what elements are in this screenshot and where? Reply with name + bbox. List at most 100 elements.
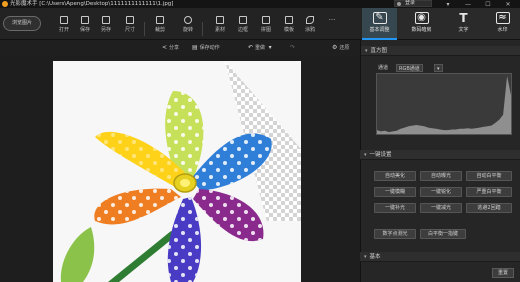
one-click-sharpen-button[interactable]: 一键锐化: [420, 187, 462, 197]
collapse-triangle-icon: ▾: [364, 254, 367, 260]
brush-icon: [306, 16, 314, 24]
chevron-down-icon[interactable]: ▾: [434, 64, 443, 72]
brush-button[interactable]: 涂鸦: [300, 16, 320, 38]
histogram-svg: [377, 76, 511, 134]
panel-tabs: ✎ 基本调整 ◉ 数码暗房 T 文字 ≈ 水印: [362, 8, 520, 40]
tab-text[interactable]: T 文字: [446, 8, 481, 40]
rotate-label: 旋转: [182, 27, 193, 33]
undo-icon: ↷: [290, 44, 296, 51]
open-label: 打开: [58, 27, 69, 33]
tab-basic-adjust-label: 基本调整: [369, 27, 390, 33]
edit-icon: ✎: [372, 12, 387, 24]
border-button[interactable]: 边框: [233, 16, 253, 38]
tab-watermark[interactable]: ≈ 水印: [485, 8, 520, 40]
basic-title: 基本: [369, 254, 381, 260]
minimize-button[interactable]: —: [460, 0, 476, 8]
tab-digital-darkroom[interactable]: ◉ 数码暗房: [404, 8, 439, 40]
redo-icon: ↶: [248, 44, 254, 51]
window-title: 光影魔术手 [C:\Users\Apeng\Desktop\1111111111…: [10, 1, 174, 7]
strict-white-balance-button[interactable]: 严重白平衡: [466, 187, 512, 197]
auto-beautify-button[interactable]: 自动美化: [374, 171, 416, 181]
share-button[interactable]: < 分享: [162, 43, 179, 53]
reduce-light-button[interactable]: 一键减光: [420, 203, 462, 213]
template-button[interactable]: 模板: [279, 16, 299, 38]
camera-icon: ◉: [414, 12, 429, 24]
histogram-title: 直方图: [370, 48, 388, 54]
app-logo-icon: [2, 1, 8, 7]
redo-button[interactable]: ↶ 重做 ▾: [248, 43, 274, 53]
histogram-section-header[interactable]: ▾ 直方图: [361, 46, 520, 56]
auto-exposure-button[interactable]: 自动曝光: [420, 171, 462, 181]
collage-icon: [262, 16, 270, 24]
collapse-triangle-icon: ▾: [364, 152, 367, 158]
redo-label: 重做: [255, 45, 266, 51]
save-as-label: 另存: [100, 27, 111, 33]
login-button[interactable]: 登录: [394, 0, 432, 7]
border-label: 边框: [237, 27, 248, 33]
more-icon: ···: [328, 16, 336, 24]
template-icon: [285, 16, 293, 24]
rotate-button[interactable]: 旋转: [178, 16, 198, 38]
save-icon: [81, 16, 89, 24]
title-bar: 光影魔术手 [C:\Users\Apeng\Desktop\1111111111…: [0, 0, 520, 8]
collapse-triangle-icon: ▾: [365, 48, 368, 54]
one-touch-white-balance-button[interactable]: 白平衡一指键: [420, 229, 466, 239]
avoid-button[interactable]: 逃避2回踏: [466, 203, 512, 213]
save-action-label: 保存动作: [199, 45, 220, 51]
main-toolbar: 浏览图片 打开 保存 另存 尺寸 裁剪 旋转 素材 边框 拼图 模板 涂鸦 ··…: [0, 8, 362, 40]
fill-light-button[interactable]: 一键补光: [374, 203, 416, 213]
restore-icon: ⚙: [332, 44, 338, 51]
restore-button[interactable]: ⚙ 还原: [332, 43, 349, 53]
material-icon: [216, 16, 224, 24]
user-icon: [397, 2, 401, 6]
one-click-blur-button[interactable]: 一键模糊: [374, 187, 416, 197]
basic-section-header[interactable]: ▾ 基本: [360, 252, 520, 262]
text-icon: T: [459, 11, 468, 25]
collage-button[interactable]: 拼图: [256, 16, 276, 38]
tab-watermark-label: 水印: [497, 27, 508, 33]
maximize-button[interactable]: ☐: [480, 0, 496, 8]
photo[interactable]: [53, 61, 301, 282]
save-as-button[interactable]: 另存: [96, 16, 116, 38]
save-button[interactable]: 保存: [75, 16, 95, 38]
restore-label: 还原: [339, 45, 350, 51]
crop-button[interactable]: 裁剪: [150, 16, 170, 38]
border-icon: [239, 16, 247, 24]
histogram-area: [377, 76, 511, 134]
histogram-chart: [376, 73, 512, 135]
open-button[interactable]: 打开: [54, 16, 74, 38]
save-action-button[interactable]: ▤ 保存动作: [192, 43, 220, 53]
watermark-icon: ≈: [495, 12, 510, 24]
resize-label: 尺寸: [124, 27, 135, 33]
quick-settings-header[interactable]: ▾ 一键设置: [360, 150, 520, 160]
brush-label: 涂鸦: [304, 27, 315, 33]
material-button[interactable]: 素材: [210, 16, 230, 38]
undo-button[interactable]: ↷: [290, 43, 297, 53]
share-label: 分享: [169, 45, 180, 51]
film-icon: ▤: [192, 44, 198, 51]
save-label: 保存: [79, 27, 90, 33]
action-bar: < 分享 ▤ 保存动作 ↶ 重做 ▾ ↷ ⚙ 还原: [0, 40, 360, 56]
tab-basic-adjust[interactable]: ✎ 基本调整: [362, 8, 397, 40]
quick-settings-title: 一键设置: [369, 152, 392, 158]
menu-dropdown-button[interactable]: ▾: [440, 0, 456, 8]
material-label: 素材: [214, 27, 225, 33]
pinwheel-image: [60, 91, 272, 282]
close-button[interactable]: ✕: [500, 0, 516, 8]
open-icon: [60, 16, 68, 24]
toolbar-divider: [144, 22, 145, 36]
reset-button[interactable]: 重置: [492, 268, 514, 278]
channel-dropdown[interactable]: RGB通道: [396, 64, 423, 72]
auto-white-balance-button[interactable]: 自动白平衡: [466, 171, 512, 181]
tab-text-label: 文字: [458, 27, 469, 33]
more-tools-button[interactable]: ···: [322, 16, 342, 38]
login-label: 登录: [405, 0, 416, 6]
browse-images-button[interactable]: 浏览图片: [3, 16, 41, 31]
channel-label: 通道: [378, 65, 389, 71]
rotate-icon: [184, 16, 192, 24]
template-label: 模板: [283, 27, 294, 33]
resize-button[interactable]: 尺寸: [120, 16, 140, 38]
spot-metering-button[interactable]: 数字点测光: [374, 229, 416, 239]
collage-label: 拼图: [260, 27, 271, 33]
image-canvas[interactable]: [0, 56, 360, 282]
